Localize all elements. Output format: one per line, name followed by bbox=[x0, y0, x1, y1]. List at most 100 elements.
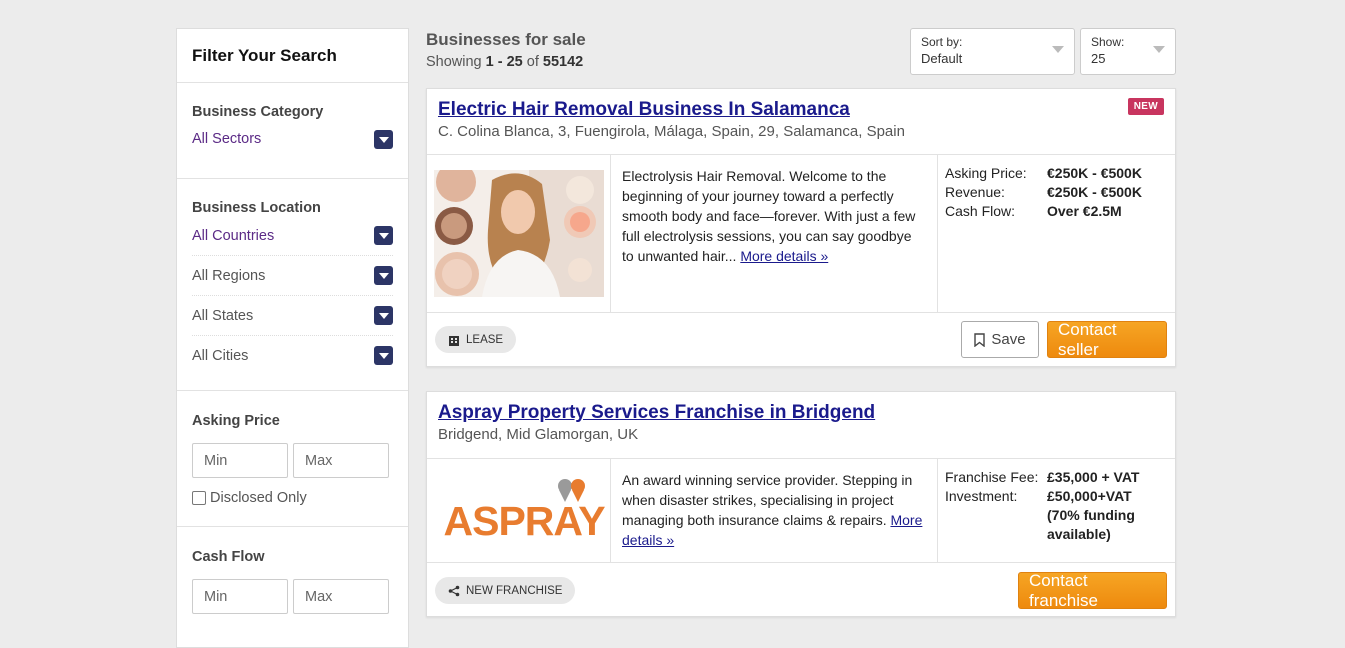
filter-header: Filter Your Search bbox=[177, 29, 408, 83]
listing-footer: LEASE Save Contact seller bbox=[427, 313, 1175, 366]
financial-value: £50,000+VAT (70% funding available) bbox=[1047, 488, 1135, 542]
asking-price-section: Asking Price Min Max Disclosed Only bbox=[177, 391, 408, 527]
building-icon bbox=[449, 335, 459, 346]
financial-key: Asking Price: bbox=[945, 165, 1027, 181]
city-value: All Cities bbox=[192, 347, 249, 364]
state-value: All States bbox=[192, 307, 254, 324]
lease-tag: LEASE bbox=[435, 326, 517, 353]
asking-price-range: Min Max bbox=[192, 443, 393, 478]
new-badge: NEW bbox=[1127, 98, 1164, 115]
chevron-down-icon bbox=[1153, 46, 1165, 53]
chevron-down-icon[interactable] bbox=[374, 129, 393, 149]
tag-label: LEASE bbox=[466, 333, 504, 346]
bookmark-icon bbox=[974, 332, 986, 347]
sort-label: Sort by: bbox=[921, 35, 963, 49]
listing-body: Electrolysis Hair Removal. Welcome to th… bbox=[427, 155, 1175, 313]
region-value: All Regions bbox=[192, 267, 266, 284]
disclosed-only-label: Disclosed Only bbox=[210, 490, 307, 506]
asking-price-label: Asking Price bbox=[192, 413, 280, 429]
financial-value: Over €2.5M bbox=[1047, 203, 1122, 219]
listing-card: Aspray Property Services Franchise in Br… bbox=[426, 391, 1176, 617]
cash-flow-section: Cash Flow Min Max bbox=[177, 527, 408, 614]
listing-description-text: An award winning service provider. Stepp… bbox=[622, 472, 913, 528]
listing-title-link[interactable]: Aspray Property Services Franchise in Br… bbox=[438, 402, 875, 424]
city-select[interactable]: All Cities bbox=[192, 336, 393, 375]
listing-financials: Franchise Fee: £35,000 + VAT Investment:… bbox=[938, 459, 1175, 562]
aspray-logo: ASPRAY bbox=[444, 476, 606, 546]
chevron-down-icon[interactable] bbox=[374, 306, 393, 325]
sort-select[interactable]: Sort by: Default bbox=[910, 28, 1075, 75]
disclosed-only-row[interactable]: Disclosed Only bbox=[192, 490, 393, 506]
financial-value: £35,000 + VAT bbox=[1047, 469, 1140, 485]
financial-row: Investment: £50,000+VAT (70% funding ava… bbox=[945, 487, 1168, 544]
region-select[interactable]: All Regions bbox=[192, 256, 393, 296]
listing-financials: Asking Price: €250K - €500K Revenue: €25… bbox=[938, 155, 1175, 312]
state-select[interactable]: All States bbox=[192, 296, 393, 336]
cash-flow-max-input[interactable]: Max bbox=[293, 579, 389, 614]
asking-price-max-input[interactable]: Max bbox=[293, 443, 389, 478]
cash-flow-label: Cash Flow bbox=[192, 549, 265, 565]
results-total: 55142 bbox=[542, 54, 584, 70]
share-icon bbox=[448, 585, 460, 596]
new-franchise-tag: NEW FRANCHISE bbox=[435, 577, 576, 604]
listing-header: Electric Hair Removal Business In Salama… bbox=[427, 89, 1175, 155]
filter-sidebar: Filter Your Search Business Category All… bbox=[176, 28, 409, 648]
show-value: 25 bbox=[1091, 51, 1106, 66]
results-range: 1 - 25 bbox=[485, 54, 523, 70]
financial-row: Asking Price: €250K - €500K bbox=[945, 164, 1168, 183]
asking-price-min-input[interactable]: Min bbox=[192, 443, 288, 478]
listing-image[interactable] bbox=[427, 155, 611, 312]
category-section: Business Category All Sectors bbox=[177, 83, 408, 179]
financial-value: €250K - €500K bbox=[1047, 165, 1142, 181]
listing-header: Aspray Property Services Franchise in Br… bbox=[427, 392, 1175, 459]
contact-franchise-button[interactable]: Contact franchise bbox=[1018, 571, 1167, 610]
cash-flow-range: Min Max bbox=[192, 579, 393, 614]
listing-image[interactable]: ASPRAY bbox=[427, 459, 611, 562]
category-select[interactable]: All Sectors bbox=[192, 120, 393, 158]
listing-card: Electric Hair Removal Business In Salama… bbox=[426, 88, 1176, 367]
listing-description: Electrolysis Hair Removal. Welcome to th… bbox=[611, 155, 938, 312]
logo-text: ASPRAY bbox=[443, 497, 606, 544]
financial-row: Franchise Fee: £35,000 + VAT bbox=[945, 468, 1168, 487]
country-select[interactable]: All Countries bbox=[192, 216, 393, 256]
results-title: Businesses for sale bbox=[426, 30, 586, 49]
country-value: All Countries bbox=[192, 227, 275, 244]
financial-key: Investment: bbox=[945, 488, 1018, 504]
listing-body: ASPRAY An award winning service provider… bbox=[427, 459, 1175, 563]
tag-label: NEW FRANCHISE bbox=[466, 584, 563, 597]
disclosed-only-checkbox[interactable] bbox=[192, 491, 206, 505]
chevron-down-icon[interactable] bbox=[374, 266, 393, 285]
financial-key: Cash Flow: bbox=[945, 203, 1016, 219]
more-details-link[interactable]: More details » bbox=[740, 248, 828, 264]
financial-row: Revenue: €250K - €500K bbox=[945, 183, 1168, 202]
listing-actions: Contact franchise bbox=[1018, 571, 1167, 610]
financial-key: Revenue: bbox=[945, 184, 1005, 200]
cash-flow-min-input[interactable]: Min bbox=[192, 579, 288, 614]
sort-value: Default bbox=[921, 51, 963, 66]
category-label: Business Category bbox=[192, 104, 324, 120]
listing-photo bbox=[433, 170, 604, 297]
chevron-down-icon[interactable] bbox=[374, 226, 393, 245]
financial-key: Franchise Fee: bbox=[945, 469, 1039, 485]
listing-location: Bridgend, Mid Glamorgan, UK bbox=[438, 426, 639, 443]
category-value: All Sectors bbox=[192, 131, 262, 147]
listing-footer: NEW FRANCHISE Contact franchise bbox=[427, 563, 1175, 618]
listing-actions: Save Contact seller bbox=[961, 320, 1167, 359]
financial-value: €250K - €500K bbox=[1047, 184, 1142, 200]
results-count: Showing 1 - 25 of 55142 bbox=[426, 54, 583, 70]
location-section: Business Location All Countries All Regi… bbox=[177, 179, 408, 391]
results-of: of bbox=[526, 54, 539, 70]
financial-row: Cash Flow: Over €2.5M bbox=[945, 202, 1168, 221]
show-select[interactable]: Show: 25 bbox=[1080, 28, 1176, 75]
listing-description: An award winning service provider. Stepp… bbox=[611, 459, 938, 562]
listing-location: C. Colina Blanca, 3, Fuengirola, Málaga,… bbox=[438, 123, 905, 140]
filter-heading: Filter Your Search bbox=[192, 45, 337, 65]
save-label: Save bbox=[991, 331, 1026, 348]
chevron-down-icon[interactable] bbox=[374, 346, 393, 365]
location-label: Business Location bbox=[192, 200, 321, 216]
chevron-down-icon bbox=[1052, 46, 1064, 53]
save-button[interactable]: Save bbox=[961, 321, 1039, 358]
showing-prefix: Showing bbox=[426, 54, 482, 70]
listing-title-link[interactable]: Electric Hair Removal Business In Salama… bbox=[438, 99, 850, 121]
contact-seller-button[interactable]: Contact seller bbox=[1047, 320, 1167, 359]
